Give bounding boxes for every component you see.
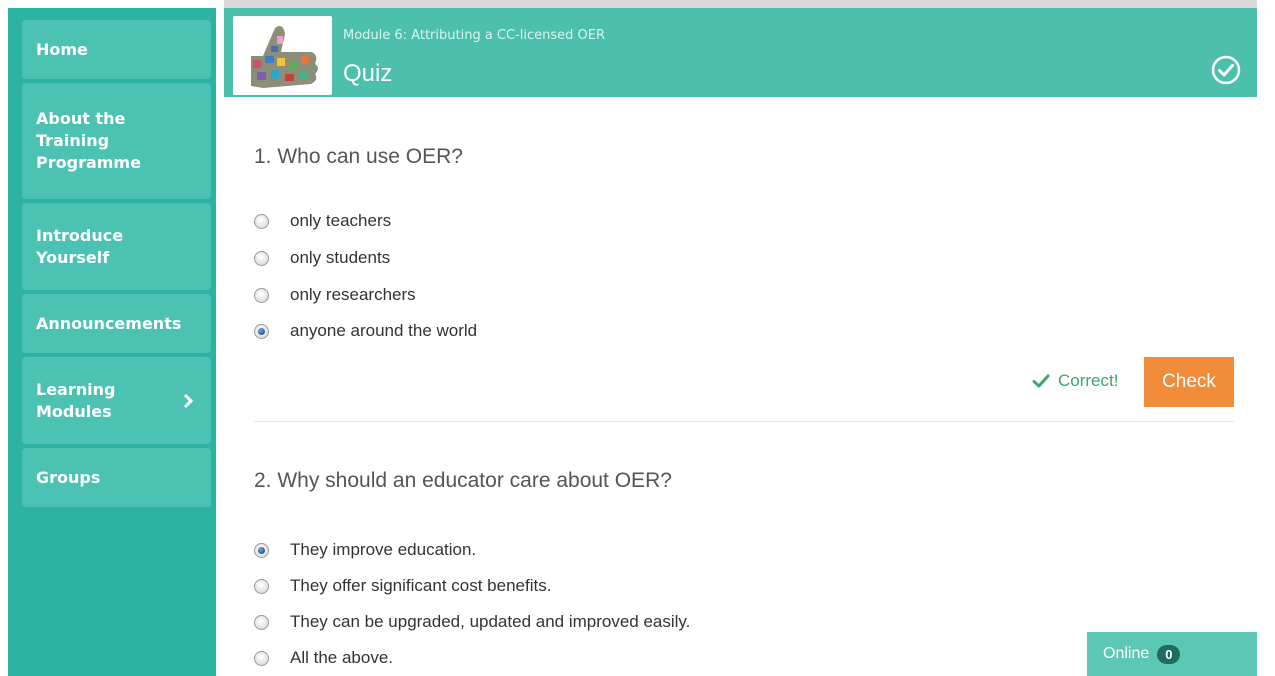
option-label: They offer significant cost benefits. — [290, 576, 552, 595]
radio-button[interactable] — [254, 614, 269, 630]
radio-button[interactable] — [254, 287, 269, 303]
page-header: Module 6: Attributing a CC-licensed OER … — [224, 8, 1257, 97]
online-count-badge: 0 — [1157, 644, 1181, 664]
radio-button[interactable] — [254, 250, 269, 266]
option-label: only teachers — [290, 211, 392, 230]
radio-button-selected[interactable] — [254, 323, 269, 339]
radio-button-selected[interactable] — [254, 542, 269, 558]
online-label: Online — [1103, 645, 1150, 662]
radio-button[interactable] — [254, 213, 269, 229]
option-label: They can be upgraded, updated and improv… — [290, 612, 691, 631]
chevron-right-icon — [178, 393, 194, 408]
question-1-title: 1. Who can use OER? — [254, 145, 463, 168]
question-divider — [254, 421, 1234, 422]
main-content: Module 6: Attributing a CC-licensed OER … — [224, 0, 1257, 676]
checkmark-icon — [1032, 374, 1050, 388]
sidebar-item-learning-modules[interactable]: Learning Modules — [22, 357, 211, 444]
option-label: only students — [290, 248, 391, 267]
option-label: only researchers — [290, 285, 416, 304]
sidebar-item-label: Learning Modules — [36, 379, 116, 421]
question-1-option-1[interactable]: only teachers — [254, 211, 391, 231]
thumbs-up-collage-icon — [233, 16, 332, 95]
question-2-option-2[interactable]: They offer significant cost benefits. — [254, 576, 551, 596]
online-users-widget[interactable]: Online 0 — [1087, 632, 1257, 676]
option-label: They improve education. — [290, 540, 477, 559]
feedback-text: Correct! — [1058, 371, 1119, 390]
check-circle-icon — [1211, 55, 1241, 85]
sidebar-item-groups[interactable]: Groups — [22, 448, 211, 507]
option-label: anyone around the world — [290, 321, 478, 340]
question-2-option-3[interactable]: They can be upgraded, updated and improv… — [254, 612, 690, 632]
module-title: Module 6: Attributing a CC-licensed OER — [343, 28, 606, 43]
check-button[interactable]: Check — [1144, 357, 1234, 407]
question-1-option-4[interactable]: anyone around the world — [254, 321, 477, 341]
sidebar-item-home[interactable]: Home — [22, 20, 211, 79]
sidebar-item-announcements[interactable]: Announcements — [22, 294, 211, 353]
question-2-option-1[interactable]: They improve education. — [254, 540, 476, 560]
sidebar-item-label: Announcements — [36, 313, 182, 333]
sidebar-item-label: Groups — [36, 467, 101, 487]
radio-button[interactable] — [254, 650, 269, 666]
top-border — [224, 0, 1257, 8]
option-label: All the above. — [290, 648, 394, 667]
sidebar-item-label: About the Training Programme — [36, 109, 141, 172]
sidebar-item-label: Introduce Yourself — [36, 225, 124, 267]
module-thumbnail — [233, 16, 332, 95]
question-2-title: 2. Why should an educator care about OER… — [254, 469, 672, 492]
sidebar-item-label: Home — [36, 39, 88, 59]
question-1-option-2[interactable]: only students — [254, 248, 390, 268]
sidebar-item-about[interactable]: About the Training Programme — [22, 83, 211, 199]
question-2-option-4[interactable]: All the above. — [254, 648, 393, 668]
feedback-correct: Correct! — [1032, 371, 1118, 391]
page-edge — [1257, 0, 1275, 676]
sidebar-item-introduce-yourself[interactable]: Introduce Yourself — [22, 203, 211, 290]
question-1-option-3[interactable]: only researchers — [254, 285, 416, 305]
page-title: Quiz — [343, 60, 393, 87]
sidebar: Home About the Training Programme Introd… — [8, 8, 216, 676]
radio-button[interactable] — [254, 578, 269, 594]
